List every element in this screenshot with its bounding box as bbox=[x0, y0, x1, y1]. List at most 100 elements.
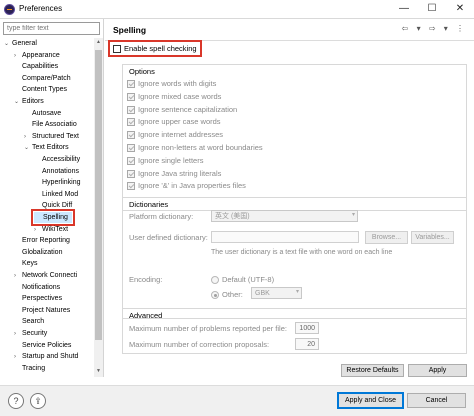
radio-selected-icon[interactable] bbox=[211, 291, 219, 300]
max-proposals-field[interactable]: 20 bbox=[295, 338, 319, 350]
checkbox-checked-icon[interactable] bbox=[127, 131, 135, 140]
dictionaries-group-title: Dictionaries bbox=[129, 200, 169, 209]
option-checkbox[interactable]: Ignore internet addresses bbox=[127, 130, 223, 140]
tree-scrollbar[interactable]: ▲ ▼ bbox=[94, 38, 103, 377]
tree-item[interactable]: File Associatio bbox=[24, 119, 77, 130]
tree-item[interactable]: Notifications bbox=[14, 282, 60, 293]
tree-item[interactable]: Search bbox=[14, 316, 44, 327]
scrollbar-thumb[interactable] bbox=[95, 50, 102, 340]
apply-and-close-button[interactable]: Apply and Close bbox=[337, 392, 404, 409]
user-dictionary-field[interactable] bbox=[211, 231, 359, 243]
checkbox-icon[interactable] bbox=[113, 45, 121, 54]
chevron-down-icon[interactable]: ⌄ bbox=[14, 97, 22, 108]
other-encoding-select[interactable]: GBK ▾ bbox=[251, 287, 302, 299]
chevron-down-icon[interactable]: ⌄ bbox=[24, 143, 32, 154]
tree-item[interactable]: Accessibility bbox=[34, 154, 80, 165]
tree-item-label: Service Policies bbox=[22, 341, 72, 349]
dialog-footer: ? ⇪ Apply and Close Cancel bbox=[0, 385, 474, 416]
tree-item[interactable]: Annotations bbox=[34, 166, 79, 177]
checkbox-checked-icon[interactable] bbox=[127, 169, 135, 178]
tree-item[interactable]: Capabilities bbox=[14, 61, 58, 72]
tree-item[interactable]: › Structured Text bbox=[24, 131, 79, 142]
tree-item[interactable]: Perspectives bbox=[14, 293, 62, 304]
scroll-up-icon[interactable]: ▲ bbox=[95, 39, 102, 47]
tree-item[interactable]: Hyperlinking bbox=[34, 177, 81, 188]
option-checkbox[interactable]: Ignore non-letters at word boundaries bbox=[127, 143, 263, 153]
tree-item[interactable]: Tracing bbox=[14, 363, 45, 374]
tree-item[interactable]: Linked Mod bbox=[34, 189, 78, 200]
option-label: Ignore '&' in Java properties files bbox=[138, 181, 246, 191]
window-title: Preferences bbox=[19, 4, 63, 13]
tree-item[interactable]: › Startup and Shutd bbox=[14, 351, 78, 362]
close-button[interactable]: ✕ bbox=[446, 1, 474, 17]
chevron-down-icon[interactable]: ⌄ bbox=[4, 39, 12, 50]
help-icon[interactable]: ? bbox=[8, 393, 24, 409]
enable-label: Enable spell checking bbox=[124, 44, 197, 53]
tree-item[interactable]: Content Types bbox=[14, 84, 67, 95]
checkbox-checked-icon[interactable] bbox=[127, 182, 135, 191]
chevron-right-icon[interactable]: › bbox=[14, 329, 22, 340]
chevron-right-icon[interactable]: › bbox=[14, 51, 22, 62]
chevron-right-icon[interactable]: › bbox=[24, 132, 32, 143]
tree-item-label: Globalization bbox=[22, 248, 63, 256]
nav-arrows-icon[interactable]: ⇦ ▾ ⇨ ▾ ⋮ bbox=[402, 24, 467, 33]
tree-item[interactable]: › WikiText bbox=[34, 224, 68, 235]
checkbox-checked-icon[interactable] bbox=[127, 118, 135, 127]
tree-item[interactable]: › Appearance bbox=[14, 50, 60, 61]
minimize-button[interactable]: — bbox=[390, 1, 418, 17]
tree-item[interactable]: ⌄ Text Editors bbox=[24, 142, 69, 153]
tree-item[interactable]: Compare/Patch bbox=[14, 73, 71, 84]
platform-dictionary-select[interactable]: 英文 (美国) ▾ bbox=[211, 210, 358, 222]
option-checkbox[interactable]: Ignore words with digits bbox=[127, 79, 216, 89]
checkbox-checked-icon[interactable] bbox=[127, 105, 135, 114]
other-encoding-radio[interactable]: Other: bbox=[211, 290, 243, 300]
apply-button[interactable]: Apply bbox=[408, 364, 467, 377]
tree-item-label: Editors bbox=[22, 98, 44, 105]
option-checkbox[interactable]: Ignore '&' in Java properties files bbox=[127, 181, 246, 191]
tree-item[interactable]: Globalization bbox=[14, 247, 62, 258]
tree-item[interactable]: Spelling bbox=[31, 209, 75, 226]
tree-item[interactable]: ⌄ General bbox=[4, 38, 37, 49]
checkbox-checked-icon[interactable] bbox=[127, 156, 135, 165]
chevron-right-icon[interactable]: › bbox=[34, 225, 42, 236]
option-checkbox[interactable]: Ignore mixed case words bbox=[127, 92, 221, 102]
maximize-button[interactable]: ☐ bbox=[418, 1, 446, 17]
preferences-tree: ⌄ General › Appearance Capabilities Compare/P… bbox=[0, 38, 94, 377]
checkbox-checked-icon[interactable] bbox=[127, 80, 135, 89]
tree-item[interactable]: Keys bbox=[14, 258, 38, 269]
max-problems-field[interactable]: 1000 bbox=[295, 322, 319, 334]
default-encoding-radio[interactable]: Default (UTF-8) bbox=[211, 275, 274, 285]
restore-defaults-button[interactable]: Restore Defaults bbox=[341, 364, 404, 377]
chevron-right-icon[interactable]: › bbox=[14, 271, 22, 282]
option-checkbox[interactable]: Ignore single letters bbox=[127, 156, 203, 166]
chevron-right-icon[interactable]: › bbox=[14, 352, 22, 363]
tree-item-label: Appearance bbox=[22, 51, 60, 59]
cancel-button[interactable]: Cancel bbox=[407, 393, 466, 408]
option-label: Ignore words with digits bbox=[138, 79, 217, 88]
tree-item-label: Annotations bbox=[42, 167, 79, 175]
import-export-icon[interactable]: ⇪ bbox=[30, 393, 46, 409]
tree-item[interactable]: Autosave bbox=[24, 108, 61, 119]
option-checkbox[interactable]: Ignore upper case words bbox=[127, 117, 221, 127]
filter-input[interactable] bbox=[3, 22, 100, 35]
radio-icon[interactable] bbox=[211, 276, 219, 285]
checkbox-checked-icon[interactable] bbox=[127, 92, 135, 101]
tree-item[interactable]: Quick Diff bbox=[34, 200, 72, 211]
tree-item[interactable]: Project Natures bbox=[14, 305, 70, 316]
option-checkbox[interactable]: Ignore Java string literals bbox=[127, 169, 221, 179]
tree-item[interactable]: Service Policies bbox=[14, 340, 71, 351]
tree-item-label: File Associatio bbox=[32, 121, 77, 129]
enable-spell-checking-checkbox[interactable]: Enable spell checking bbox=[108, 40, 202, 57]
tree-item[interactable]: › Security bbox=[14, 328, 47, 339]
checkbox-checked-icon[interactable] bbox=[127, 144, 135, 153]
variables-button[interactable]: Variables... bbox=[411, 231, 454, 244]
tree-item[interactable]: Error Reporting bbox=[14, 235, 70, 246]
option-checkbox[interactable]: Ignore sentence capitalization bbox=[127, 105, 237, 115]
tree-item-label: Project Natures bbox=[22, 306, 71, 314]
tree-item[interactable]: › Network Connecti bbox=[14, 270, 77, 281]
tree-item-label: Perspectives bbox=[22, 295, 63, 303]
tree-item[interactable]: ⌄ Editors bbox=[14, 96, 44, 107]
browse-button[interactable]: Browse... bbox=[365, 231, 408, 244]
page-header: Spelling ⇦ ▾ ⇨ ▾ ⋮ bbox=[105, 19, 474, 41]
scroll-down-icon[interactable]: ▼ bbox=[95, 368, 102, 376]
